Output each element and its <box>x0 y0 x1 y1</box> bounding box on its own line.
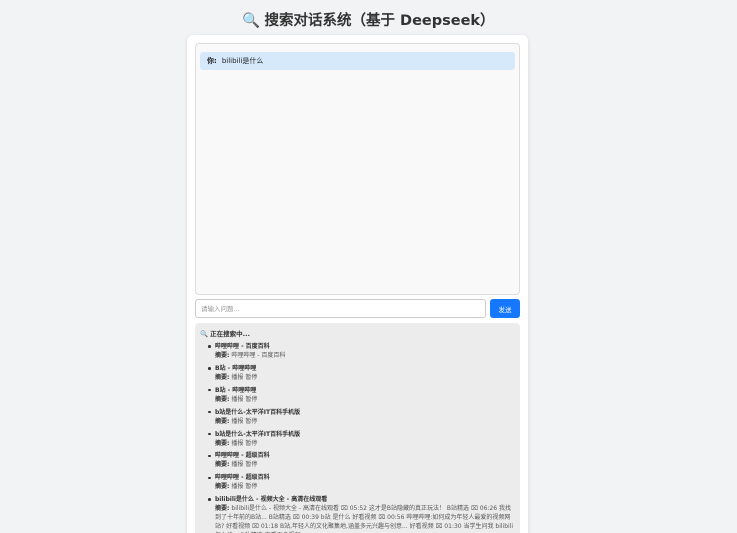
search-results-list: 哔哩哔哩 - 百度百科 摘要: 哔哩哔哩 - 百度百科 B站 - 哔哩哔哩 摘要:… <box>207 342 515 533</box>
summary-label: 摘要: <box>215 417 230 425</box>
search-result-summary-text: 播报 暂停 <box>231 417 258 425</box>
search-result-summary-text: 播报 暂停 <box>231 461 258 469</box>
summary-label: 摘要: <box>215 395 230 403</box>
search-result-item: B站 - 哔哩哔哩 摘要: 播报 暂停 <box>207 386 515 404</box>
search-result-title[interactable]: B站 - 哔哩哔哩 <box>215 364 515 373</box>
search-result-summary: 摘要: 播报 暂停 <box>215 373 515 382</box>
search-result-title[interactable]: b站是什么-太平洋IT百科手机版 <box>215 430 515 439</box>
search-result-summary-text: 播报 暂停 <box>231 373 258 381</box>
search-result-summary: 摘要: bilibili是什么 - 视频大全 - 高清在线观看 ⌧ 05:52 这… <box>215 504 515 533</box>
user-message-speaker: 你: <box>207 57 217 65</box>
user-message-text: bilibili是什么 <box>221 57 264 65</box>
search-result-summary-text: 播报 暂停 <box>231 483 258 491</box>
search-result-summary: 摘要: 播报 暂停 <box>215 417 515 426</box>
search-result-item: 哔哩哔哩 - 超级百科 摘要: 播报 暂停 <box>207 451 515 469</box>
search-status: 🔍 正在搜索中... <box>200 328 250 338</box>
search-result-summary: 摘要: 播报 暂停 <box>215 482 515 491</box>
search-result-item: bilibili是什么 - 视频大全 - 高清在线观看 摘要: bilibili是… <box>207 495 515 533</box>
question-input[interactable] <box>195 299 486 318</box>
page-title-text: 搜索对话系统（基于 Deepseek） <box>264 13 495 29</box>
search-result-summary-text: 播报 暂停 <box>231 439 258 447</box>
search-result-title[interactable]: 哔哩哔哩 - 超级百科 <box>215 451 515 460</box>
search-result-item: 哔哩哔哩 - 超级百科 摘要: 播报 暂停 <box>207 473 515 491</box>
summary-label: 摘要: <box>215 439 230 447</box>
summary-label: 摘要: <box>215 461 230 469</box>
search-result-item: B站 - 哔哩哔哩 摘要: 播报 暂停 <box>207 364 515 382</box>
search-result-summary: 摘要: 播报 暂停 <box>215 460 515 469</box>
search-result-summary-text: 哔哩哔哩 - 百度百科 <box>231 352 286 359</box>
search-result-title[interactable]: bilibili是什么 - 视频大全 - 高清在线观看 <box>215 495 515 504</box>
search-result-title[interactable]: 哔哩哔哩 - 超级百科 <box>215 473 515 482</box>
search-result-summary: 摘要: 播报 暂停 <box>215 439 515 448</box>
send-button[interactable]: 发送 <box>490 299 520 318</box>
search-result-summary-text: bilibili是什么 - 视频大全 - 高清在线观看 ⌧ 05:52 这才是B… <box>215 505 514 533</box>
search-result-item: b站是什么-太平洋IT百科手机版 摘要: 播报 暂停 <box>207 408 515 426</box>
search-result-summary-text: 播报 暂停 <box>231 395 258 403</box>
search-icon: 🔍 <box>242 13 261 29</box>
search-result-title[interactable]: b站是什么-太平洋IT百科手机版 <box>215 408 515 417</box>
search-result-item: b站是什么-太平洋IT百科手机版 摘要: 播报 暂停 <box>207 430 515 448</box>
search-result-summary: 摘要: 哔哩哔哩 - 百度百科 <box>215 351 515 360</box>
search-result-title[interactable]: 哔哩哔哩 - 百度百科 <box>215 342 515 351</box>
summary-label: 摘要: <box>215 373 230 381</box>
summary-label: 摘要: <box>215 352 230 359</box>
summary-label: 摘要: <box>215 483 230 491</box>
search-results-panel: 🔍 正在搜索中... 哔哩哔哩 - 百度百科 摘要: 哔哩哔哩 - 百度百科 B站 … <box>195 323 520 533</box>
summary-label: 摘要: <box>215 505 230 513</box>
user-message: 你: bilibili是什么 <box>200 52 515 70</box>
search-result-title[interactable]: B站 - 哔哩哔哩 <box>215 386 515 395</box>
page-title: 🔍 搜索对话系统（基于 Deepseek） <box>0 9 737 30</box>
search-status-text: 正在搜索中... <box>210 330 251 338</box>
chat-history: 你: bilibili是什么 <box>195 43 520 295</box>
search-icon: 🔍 <box>200 330 209 338</box>
search-result-summary: 摘要: 播报 暂停 <box>215 395 515 404</box>
search-result-item: 哔哩哔哩 - 百度百科 摘要: 哔哩哔哩 - 百度百科 <box>207 342 515 360</box>
